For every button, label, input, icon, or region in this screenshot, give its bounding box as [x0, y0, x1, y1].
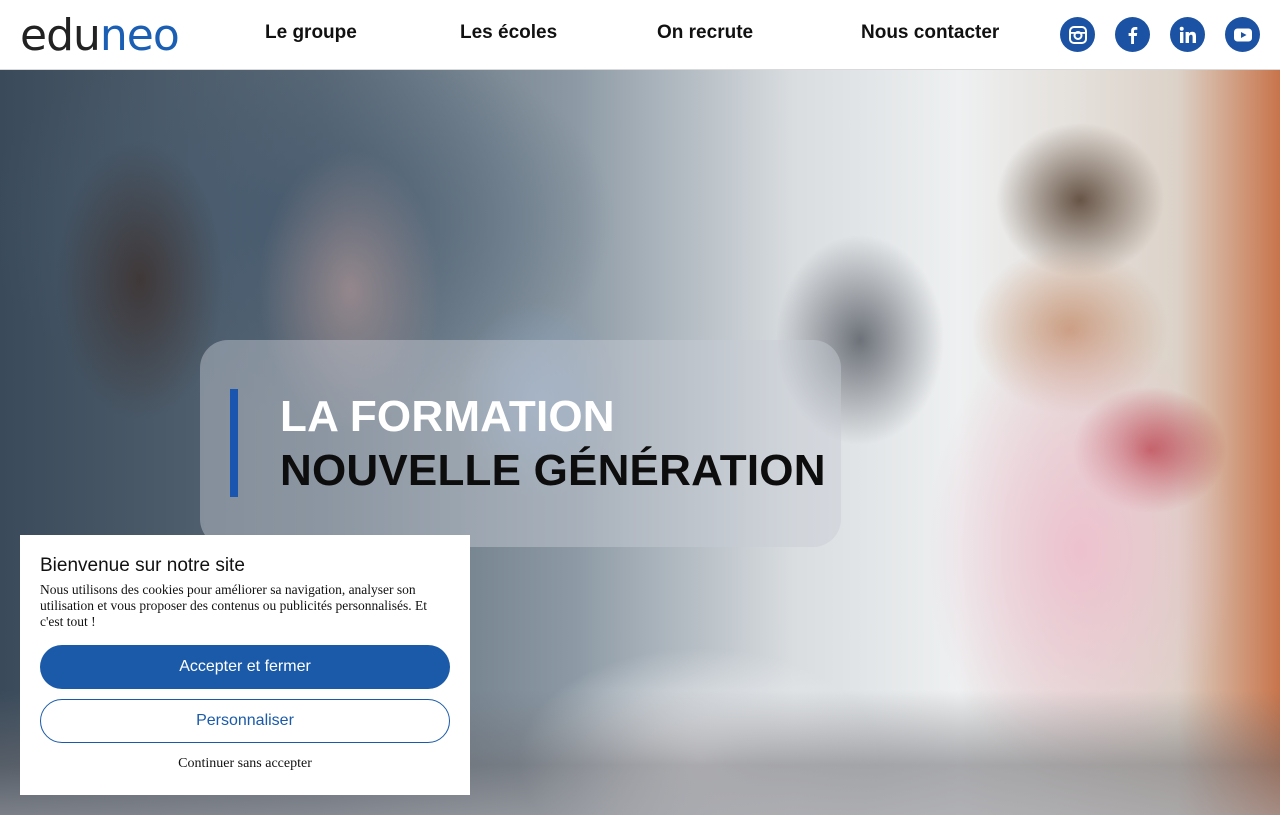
site-header: edu neo Le groupe Les écoles On recrute N…	[0, 0, 1280, 70]
instagram-icon	[1068, 25, 1087, 44]
eduneo-logo[interactable]: edu neo	[20, 10, 180, 61]
nav-link-le-groupe[interactable]: Le groupe	[265, 22, 357, 44]
hero-title-line-1: LA FORMATION	[280, 392, 615, 441]
cookie-title: Bienvenue sur notre site	[40, 555, 245, 576]
instagram-link[interactable]	[1060, 17, 1095, 52]
cookie-consent-dialog: Bienvenue sur notre site Nous utilisons …	[20, 535, 470, 795]
youtube-icon	[1233, 28, 1252, 41]
continue-without-accepting-link[interactable]: Continuer sans accepter	[40, 754, 450, 774]
hero-title-line-2: NOUVELLE GÉNÉRATION	[280, 446, 826, 495]
linkedin-icon	[1179, 26, 1196, 43]
hero-title: LA FORMATION NOUVELLE GÉNÉRATION	[280, 390, 840, 498]
logo-text-edu: edu	[20, 10, 101, 61]
nav-link-les-ecoles[interactable]: Les écoles	[460, 22, 557, 44]
nav-link-nous-contacter[interactable]: Nous contacter	[861, 22, 999, 44]
hero-title-panel: LA FORMATION NOUVELLE GÉNÉRATION	[200, 340, 841, 547]
logo-text-neo: neo	[99, 10, 180, 61]
youtube-link[interactable]	[1225, 17, 1260, 52]
linkedin-link[interactable]	[1170, 17, 1205, 52]
customize-button[interactable]: Personnaliser	[40, 699, 450, 743]
accept-and-close-button[interactable]: Accepter et fermer	[40, 645, 450, 689]
facebook-link[interactable]	[1115, 17, 1150, 52]
hero-accent-bar	[230, 389, 238, 497]
facebook-icon	[1128, 26, 1137, 44]
nav-link-on-recrute[interactable]: On recrute	[657, 22, 753, 44]
cookie-description: Nous utilisons des cookies pour améliore…	[40, 582, 427, 629]
